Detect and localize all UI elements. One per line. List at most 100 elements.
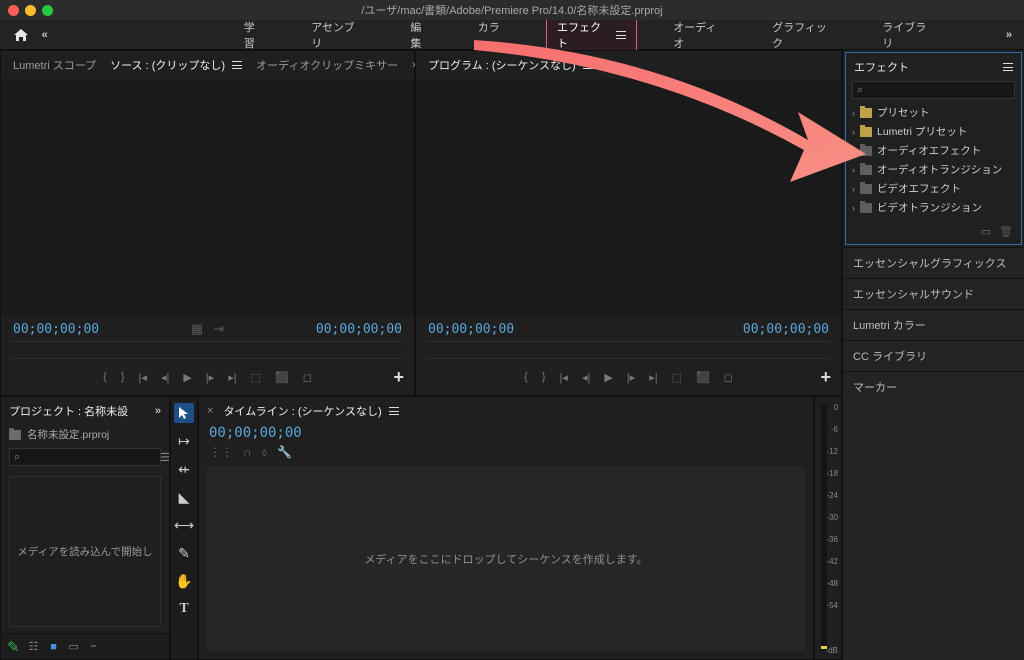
minimize-window-button[interactable] xyxy=(25,5,36,16)
marker-button[interactable]: ⬨ xyxy=(262,445,267,460)
list-view-button[interactable]: ☷ xyxy=(27,640,41,654)
button-editor[interactable]: + xyxy=(820,367,831,388)
mark-out-button[interactable]: } xyxy=(542,371,546,383)
project-search-input[interactable] xyxy=(24,452,156,463)
workspace-tabs: 学習 アセンブリ 編集 カラー エフェクト オーディオ グラフィック ライブラリ… xyxy=(234,16,1018,54)
folder-icon xyxy=(860,184,872,194)
program-viewer xyxy=(416,79,841,317)
hand-tool[interactable]: ✋ xyxy=(174,571,194,591)
tab-audio[interactable]: オーディオ xyxy=(663,17,736,53)
snap-button[interactable]: ⋮⋮ xyxy=(209,445,233,460)
tab-learning[interactable]: 学習 xyxy=(234,17,275,53)
tab-program[interactable]: プログラム : (シーケンスなし) xyxy=(424,55,597,75)
step-back-button[interactable]: ◂| xyxy=(161,371,169,384)
hamburger-icon xyxy=(389,407,399,415)
program-ruler[interactable] xyxy=(426,341,831,359)
export-frame-button[interactable]: ◻ xyxy=(303,371,312,384)
lift-button[interactable]: ⬚ xyxy=(672,371,682,384)
tab-effects[interactable]: エフェクト xyxy=(546,16,637,54)
project-search[interactable]: ⌕ ☰ xyxy=(9,448,161,466)
play-button[interactable]: ▶ xyxy=(604,371,612,384)
home-button[interactable] xyxy=(6,20,36,50)
folder-presets[interactable]: ›プリセット xyxy=(850,103,1017,122)
tab-source[interactable]: ソース : (クリップなし) xyxy=(106,55,246,75)
settings-icon[interactable]: ⇥ xyxy=(213,321,224,337)
step-forward-button[interactable]: |▸ xyxy=(627,371,635,384)
pencil-icon[interactable]: ✎ xyxy=(7,638,20,656)
go-to-out-button[interactable]: ▸| xyxy=(228,371,236,384)
pen-tool[interactable]: ✎ xyxy=(174,543,194,563)
new-bin-button[interactable]: ▭ xyxy=(981,225,991,238)
folder-video-transitions[interactable]: ›ビデオトランジション xyxy=(850,198,1017,217)
extract-button[interactable]: ⬛ xyxy=(696,371,710,384)
linked-selection-button[interactable]: ∩ xyxy=(243,445,252,460)
project-panel: プロジェクト : 名称未設 » 名称未設定.prproj ⌕ ☰ メディアを読み… xyxy=(0,396,170,660)
effects-search[interactable]: ⌕ xyxy=(852,81,1015,99)
panel-cc-libraries[interactable]: CC ライブラリ xyxy=(843,340,1024,371)
folder-lumetri-presets[interactable]: ›Lumetri プリセット xyxy=(850,122,1017,141)
maximize-window-button[interactable] xyxy=(42,5,53,16)
program-timecode-out[interactable]: 00;00;00;00 xyxy=(743,322,829,337)
source-timecode-in[interactable]: 00;00;00;00 xyxy=(13,322,99,337)
tab-lumetri-scopes[interactable]: Lumetri スコープ xyxy=(9,55,100,75)
slip-tool[interactable]: ⟷ xyxy=(174,515,194,535)
folder-audio-effects[interactable]: ›オーディオエフェクト xyxy=(850,141,1017,160)
source-timecode-out[interactable]: 00;00;00;00 xyxy=(316,322,402,337)
hamburger-icon xyxy=(583,61,593,69)
panel-lumetri-color[interactable]: Lumetri カラー xyxy=(843,309,1024,340)
timeline-timecode[interactable]: 00;00;00;00 xyxy=(199,425,813,445)
mark-out-button[interactable]: } xyxy=(121,371,125,383)
mark-in-button[interactable]: { xyxy=(103,371,107,383)
go-to-in-button[interactable]: |◂ xyxy=(560,371,568,384)
go-to-in-button[interactable]: |◂ xyxy=(139,371,147,384)
timeline-settings-button[interactable]: 🔧 xyxy=(277,445,292,460)
play-button[interactable]: ▶ xyxy=(183,371,191,384)
step-forward-button[interactable]: |▸ xyxy=(206,371,214,384)
panel-menu-icon[interactable] xyxy=(1003,63,1013,71)
panel-essential-graphics[interactable]: エッセンシャルグラフィックス xyxy=(843,247,1024,278)
delete-button[interactable]: 🗑 xyxy=(999,225,1013,238)
zoom-slider[interactable]: ⎯ xyxy=(87,640,101,654)
mark-in-button[interactable]: { xyxy=(524,371,528,383)
tab-color[interactable]: カラー xyxy=(468,17,520,53)
workspace-overflow-button[interactable]: » xyxy=(1000,27,1018,43)
fit-icon[interactable]: ▦ xyxy=(191,321,203,337)
source-ruler[interactable] xyxy=(11,341,404,359)
tab-libraries[interactable]: ライブラリ xyxy=(872,17,946,53)
tab-timeline[interactable]: タイムライン : (シーケンスなし) xyxy=(219,401,402,421)
source-monitor-panel: Lumetri スコープ ソース : (クリップなし) オーディオクリップミキサ… xyxy=(0,50,415,396)
go-to-out-button[interactable]: ▸| xyxy=(649,371,657,384)
folder-icon xyxy=(860,146,872,156)
panel-essential-sound[interactable]: エッセンシャルサウンド xyxy=(843,278,1024,309)
timeline-drop-area[interactable]: メディアをここにドロップしてシーケンスを作成します。 xyxy=(207,466,805,651)
tab-graphics[interactable]: グラフィック xyxy=(762,17,846,53)
source-transport: { } |◂ ◂| ▶ |▸ ▸| ⬚ ⬛ ◻ + xyxy=(1,359,414,395)
folder-video-effects[interactable]: ›ビデオエフェクト xyxy=(850,179,1017,198)
project-overflow-button[interactable]: » xyxy=(155,405,161,417)
tab-audio-clip-mixer[interactable]: オーディオクリップミキサー xyxy=(252,55,402,75)
tab-editing[interactable]: 編集 xyxy=(400,17,441,53)
step-back-button[interactable]: ◂| xyxy=(582,371,590,384)
effects-search-input[interactable] xyxy=(867,85,1014,96)
export-frame-button[interactable]: ◻ xyxy=(724,371,733,384)
folder-audio-transitions[interactable]: ›オーディオトランジション xyxy=(850,160,1017,179)
overflow-left-button[interactable]: « xyxy=(36,27,54,43)
track-select-tool[interactable]: ↦ xyxy=(174,431,194,451)
overwrite-button[interactable]: ⬛ xyxy=(275,371,289,384)
button-editor[interactable]: + xyxy=(393,367,404,388)
type-tool[interactable]: T xyxy=(174,599,194,619)
timeline-drop-hint: メディアをここにドロップしてシーケンスを作成します。 xyxy=(364,551,647,567)
program-timecode-in[interactable]: 00;00;00;00 xyxy=(428,322,514,337)
tab-assembly[interactable]: アセンブリ xyxy=(301,17,374,53)
insert-button[interactable]: ⬚ xyxy=(251,371,261,384)
project-drop-area[interactable]: メディアを読み込んで開始し xyxy=(9,476,161,627)
ripple-edit-tool[interactable]: ⇷ xyxy=(174,459,194,479)
razor-tool[interactable]: ◣ xyxy=(174,487,194,507)
selection-tool[interactable] xyxy=(174,403,194,423)
close-window-button[interactable] xyxy=(8,5,19,16)
project-panel-title[interactable]: プロジェクト : 名称未設 xyxy=(9,403,128,419)
window-controls xyxy=(8,5,53,16)
audio-meters[interactable]: 0 -6 -12 -18 -24 -30 -36 -42 -48 -54 -dB xyxy=(814,396,842,660)
freeform-view-button[interactable]: ▭ xyxy=(67,640,81,654)
icon-view-button[interactable]: ■ xyxy=(47,640,61,654)
